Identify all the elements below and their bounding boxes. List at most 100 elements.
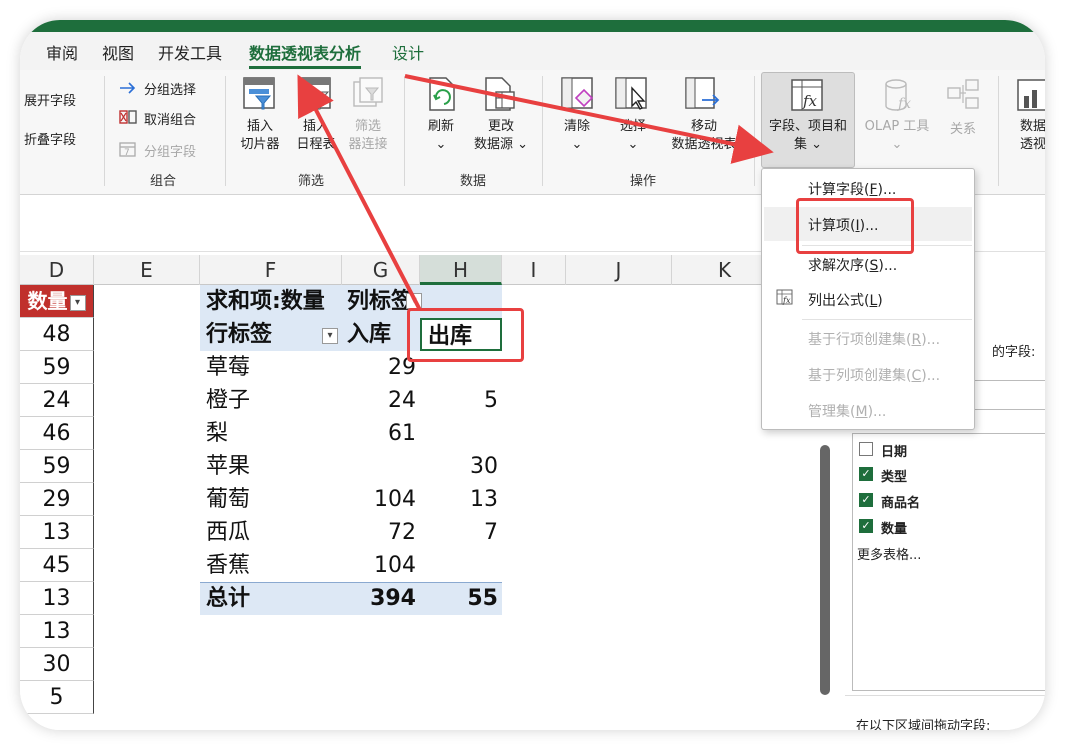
pivot-row-out[interactable]: 5 <box>420 384 498 417</box>
pivot-row-in[interactable]: 104 <box>342 483 416 516</box>
pivot-row-name[interactable]: 香蕉 <box>206 549 250 582</box>
tab-review[interactable]: 审阅 <box>46 40 78 64</box>
tab-developer[interactable]: 开发工具 <box>158 40 222 64</box>
select-button[interactable]: 选择 ⌄ <box>610 118 656 154</box>
column-filter-icon[interactable]: ▾ <box>406 293 422 309</box>
tab-design[interactable]: 设计 <box>392 40 424 64</box>
pivot-row-name[interactable]: 草莓 <box>206 351 250 384</box>
d-cell[interactable]: 45 <box>20 549 94 582</box>
column-header-j[interactable]: J <box>566 255 672 285</box>
insert-slicer-button[interactable]: 插入 切片器 <box>236 118 284 154</box>
group-field-button: 分组字段 <box>144 145 197 160</box>
move-pivot-label-2: 数据透视表 <box>671 137 737 152</box>
pivot-row-out[interactable] <box>420 417 498 450</box>
ribbon-separator <box>998 76 999 186</box>
pivot-total-out[interactable]: 55 <box>420 582 498 615</box>
clear-label: 清除 <box>563 119 590 134</box>
menu-item-accelerator: C <box>911 368 922 384</box>
d-cell[interactable]: 29 <box>20 483 94 516</box>
pivot-row-in[interactable]: 104 <box>342 549 416 582</box>
d-cell[interactable]: 24 <box>20 384 94 417</box>
pivot-row-name[interactable]: 苹果 <box>206 450 250 483</box>
more-tables-link[interactable]: 更多表格... <box>857 544 921 563</box>
insert-timeline-button[interactable]: 插入 日程表 <box>292 118 340 154</box>
change-data-source-button[interactable]: 更改 数据源 ⌄ <box>468 118 534 154</box>
menu-item-calculated-field[interactable]: 计算字段(F)... <box>808 179 896 199</box>
pivot-col-in[interactable]: 入库 <box>347 318 391 351</box>
refresh-button[interactable]: 刷新 ⌄ <box>418 118 464 154</box>
column-header-e[interactable]: E <box>94 255 200 285</box>
pivot-row-label[interactable]: 行标签 <box>206 318 272 351</box>
pivot-row-name[interactable]: 西瓜 <box>206 516 250 549</box>
pivot-row-out[interactable]: 13 <box>420 483 498 516</box>
field-checkbox[interactable] <box>859 442 873 456</box>
d-column-header[interactable]: 数量 ▾ <box>20 285 94 318</box>
pivot-row-in[interactable]: 29 <box>342 351 416 384</box>
fields-items-sets-label: 字段、项目和集 ⌄ <box>768 119 847 152</box>
filter-connections-button: 筛选 器连接 <box>344 118 392 154</box>
column-header-g[interactable]: G <box>342 255 420 285</box>
d-cell[interactable]: 13 <box>20 615 94 648</box>
ungroup-button[interactable]: 取消组合 <box>144 109 196 128</box>
change-data-source-label-2: 数据源 <box>473 137 513 152</box>
chevron-down-icon[interactable]: ▾ <box>69 294 86 311</box>
move-pivot-button[interactable]: 移动 数据透视表 <box>656 118 752 154</box>
pane-scrollbar[interactable] <box>820 445 830 695</box>
field-label: 日期 <box>881 445 908 460</box>
pivot-row-name[interactable]: 葡萄 <box>206 483 250 516</box>
expand-field-button[interactable]: 展开字段 <box>24 90 76 109</box>
tab-view[interactable]: 视图 <box>102 40 134 64</box>
pivot-row-out[interactable]: 30 <box>420 450 498 483</box>
pivot-chart-button[interactable]: 数据 透视 <box>1010 118 1045 154</box>
menu-item-create-set-rows: 基于行项创建集(R)... <box>808 329 940 349</box>
group-field-icon: 7 <box>118 140 138 158</box>
group-selection-button[interactable]: 分组选择 <box>144 79 196 98</box>
column-header-f[interactable]: F <box>200 255 342 285</box>
field-list-box: 日期 ✓ 类型 ✓ 商品名 ✓ 数量 更多表格... <box>852 433 1045 691</box>
pivot-total-in[interactable]: 394 <box>342 582 416 615</box>
pivot-row-out[interactable]: 7 <box>420 516 498 549</box>
actions-section-label: 操作 <box>630 174 657 189</box>
pivot-row-in[interactable] <box>342 450 416 483</box>
d-cell[interactable]: 48 <box>20 318 94 351</box>
pivot-chart-label-2: 透视 <box>1019 137 1045 152</box>
menu-item-solve-order[interactable]: 求解次序(S)... <box>808 255 897 275</box>
pivot-row-name[interactable]: 梨 <box>206 417 228 450</box>
d-cell[interactable]: 46 <box>20 417 94 450</box>
pivot-total-label[interactable]: 总计 <box>206 582 250 615</box>
pivot-row-out[interactable] <box>420 549 498 582</box>
menu-item-list-formulas[interactable]: 列出公式(L) <box>808 290 883 310</box>
column-header-h[interactable]: H <box>420 255 502 285</box>
row-filter-icon[interactable]: ▾ <box>322 328 338 344</box>
d-cell[interactable]: 5 <box>20 681 94 714</box>
checkmark-icon[interactable]: ✓ <box>859 467 873 481</box>
change-source-icon <box>482 76 518 112</box>
ribbon-separator <box>225 76 226 186</box>
pivot-row-in[interactable]: 61 <box>342 417 416 450</box>
annotation-box-calculated-item <box>796 198 914 254</box>
d-cell[interactable]: 59 <box>20 450 94 483</box>
checkmark-icon[interactable]: ✓ <box>859 519 873 533</box>
pivot-row-in[interactable]: 24 <box>342 384 416 417</box>
d-cell[interactable]: 13 <box>20 516 94 549</box>
column-headers: D E F G H I J K <box>20 255 820 285</box>
column-header-d[interactable]: D <box>20 255 94 285</box>
column-header-i[interactable]: I <box>502 255 566 285</box>
svg-text:fx: fx <box>782 296 791 305</box>
pivot-title[interactable]: 求和项:数量 <box>206 285 325 318</box>
pivot-row-in[interactable]: 72 <box>342 516 416 549</box>
field-label: 类型 <box>881 470 908 485</box>
collapse-field-button[interactable]: 折叠字段 <box>24 129 76 148</box>
d-cell[interactable]: 59 <box>20 351 94 384</box>
checkmark-icon[interactable]: ✓ <box>859 493 873 507</box>
fields-items-sets-label-2: 集 <box>793 137 807 152</box>
clear-button[interactable]: 清除 ⌄ <box>554 118 600 154</box>
pivot-row-name[interactable]: 橙子 <box>206 384 250 417</box>
relationships-icon <box>946 78 982 114</box>
tab-pivot-analyze[interactable]: 数据透视表分析 <box>249 40 362 69</box>
olap-tools-button: OLAP 工具 ⌄ <box>864 119 930 152</box>
pane-fields-prompt: 的字段: <box>992 345 1036 360</box>
list-formulas-icon: fx <box>776 289 794 305</box>
d-cell[interactable]: 30 <box>20 648 94 681</box>
d-cell[interactable]: 13 <box>20 582 94 615</box>
